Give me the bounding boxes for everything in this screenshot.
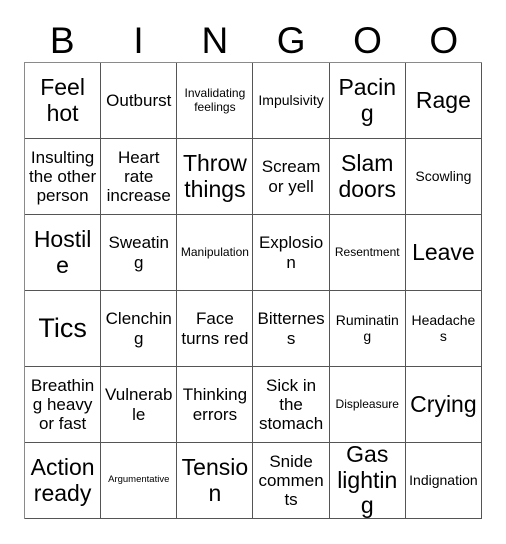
bingo-cell-label: Sick in the stomach (258, 375, 324, 434)
bingo-cell-label: Gas lighting (337, 443, 398, 519)
bingo-cell[interactable]: Tics (25, 291, 102, 367)
bingo-cell-label: Indignation (409, 471, 478, 488)
bingo-cell-label: Slam doors (338, 149, 397, 202)
bingo-cell-label: Rage (415, 86, 471, 113)
bingo-card: B I N G O O Feel hot Outburst Invalidating feel… (0, 0, 506, 544)
bingo-cell[interactable]: Explosion (253, 215, 330, 291)
bingo-cell-label: Face turns red (181, 309, 249, 348)
bingo-cell-label: Feel hot (40, 73, 85, 126)
bingo-cell-label: Vulnerable (105, 385, 173, 424)
bingo-cell-label: Explosion (258, 233, 324, 272)
bingo-cell-label: Heart rate increase (106, 147, 171, 206)
bingo-header-row: BINGOO (24, 18, 482, 62)
bingo-cell[interactable]: Sick in the stomach (253, 367, 330, 443)
bingo-cell[interactable]: Pacing (329, 63, 406, 139)
bingo-cell-label: Action ready (30, 453, 95, 506)
bingo-cell-label: Clenching (105, 309, 172, 348)
bingo-cell[interactable]: Headaches (405, 291, 482, 367)
bingo-cell[interactable]: Insulting the other person (25, 139, 102, 215)
bingo-grid: Feel hot Outburst Invalidating feelings Imp… (24, 62, 482, 519)
bingo-cell-label: Ruminating (335, 311, 399, 344)
bingo-cell[interactable]: Breathing heavy or fast (25, 367, 102, 443)
bingo-cell-label: Invalidating feelings (184, 86, 246, 114)
bingo-cell-label: Throw things (182, 149, 247, 202)
bingo-cell-label: Sweating (108, 233, 169, 272)
bingo-cell[interactable]: Displeasure (329, 367, 406, 443)
bingo-cell[interactable]: Outburst (101, 63, 178, 139)
bingo-cell[interactable]: Throw things (177, 139, 254, 215)
bingo-cell[interactable]: Argumentative (101, 443, 178, 519)
bingo-cell[interactable]: Clenching (101, 291, 178, 367)
bingo-cell-label: Scowling (415, 167, 472, 184)
bingo-cell[interactable]: Feel hot (25, 63, 102, 139)
bingo-cell[interactable]: Hostile (25, 215, 102, 291)
bingo-cell-label: Insulting the other person (29, 147, 97, 206)
bingo-cell-label: Resentment (334, 244, 400, 259)
bingo-cell-label: Displeasure (335, 396, 399, 411)
bingo-cell-label: Leave (412, 238, 475, 265)
bingo-header-letter-6: O (429, 19, 459, 61)
bingo-cell[interactable]: Sweating (101, 215, 178, 291)
bingo-cell-label: Outburst (106, 90, 172, 110)
bingo-cell-label: Bitterness (257, 309, 325, 348)
bingo-cell-label: Argumentative (108, 474, 170, 486)
bingo-cell-label: Tics (38, 313, 87, 344)
bingo-cell-label: Scream or yell (261, 157, 321, 196)
bingo-cell[interactable]: Face turns red (177, 291, 254, 367)
bingo-cell[interactable]: Bitterness (253, 291, 330, 367)
bingo-cell[interactable]: Gas lighting (329, 443, 406, 519)
bingo-cell[interactable]: Heart rate increase (101, 139, 178, 215)
bingo-cell[interactable]: Leave (405, 215, 482, 291)
bingo-cell[interactable]: Resentment (329, 215, 406, 291)
bingo-cell[interactable]: Thinking errors (177, 367, 254, 443)
bingo-cell[interactable]: Crying (405, 367, 482, 443)
bingo-cell[interactable]: Scream or yell (253, 139, 330, 215)
bingo-cell[interactable]: Action ready (25, 443, 102, 519)
bingo-cell[interactable]: Tension (177, 443, 254, 519)
bingo-cell[interactable]: Scowling (405, 139, 482, 215)
bingo-cell[interactable]: Impulsivity (253, 63, 330, 139)
bingo-cell[interactable]: Vulnerable (101, 367, 178, 443)
bingo-cell-label: Impulsivity (258, 91, 324, 108)
bingo-cell[interactable]: Indignation (405, 443, 482, 519)
bingo-cell[interactable]: Invalidating feelings (177, 63, 254, 139)
bingo-cell[interactable]: Rage (405, 63, 482, 139)
bingo-cell[interactable]: Slam doors (329, 139, 406, 215)
bingo-header-letter-1: B (49, 19, 75, 61)
bingo-cell-label: Hostile (33, 225, 92, 278)
bingo-cell-label: Tension (181, 453, 249, 506)
bingo-cell-label: Headaches (411, 311, 476, 344)
bingo-header-letter-4: G (276, 19, 306, 61)
bingo-header-letter-2: I (133, 19, 144, 61)
bingo-cell[interactable]: Snide comments (253, 443, 330, 519)
bingo-cell-label: Manipulation (180, 244, 249, 259)
bingo-cell[interactable]: Ruminating (329, 291, 406, 367)
bingo-cell-label: Pacing (338, 73, 397, 126)
bingo-cell-label: Breathing heavy or fast (30, 375, 95, 434)
bingo-cell-label: Crying (410, 390, 477, 417)
bingo-cell[interactable]: Manipulation (177, 215, 254, 291)
bingo-cell-label: Snide comments (258, 451, 324, 510)
bingo-header-letter-5: O (353, 19, 382, 61)
bingo-cell-label: Thinking errors (182, 385, 248, 424)
bingo-header-letter-3: N (201, 19, 229, 61)
